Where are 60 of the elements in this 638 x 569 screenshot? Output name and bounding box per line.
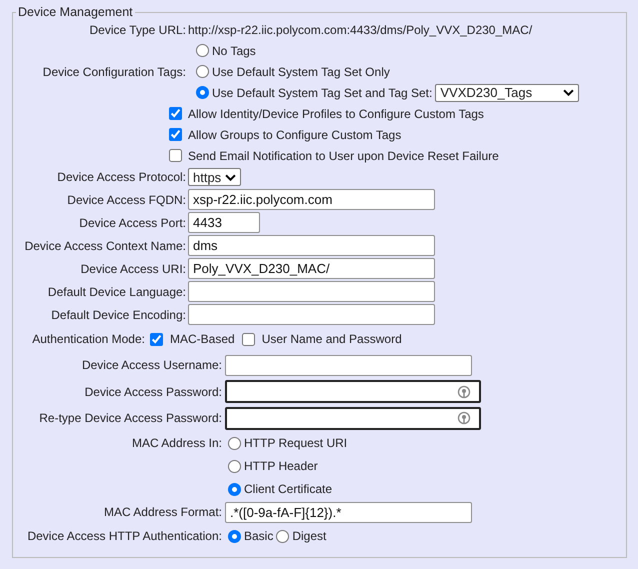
option-label: User Name and Password <box>262 332 402 346</box>
field-label: Device Access Protocol: <box>56 170 186 184</box>
field-label: Default Device Encoding: <box>50 308 186 322</box>
option-label: No Tags <box>212 44 256 58</box>
checkbox[interactable] <box>169 149 182 162</box>
input-field[interactable]: dms <box>188 235 435 256</box>
input-field[interactable]: Poly_VVX_D230_MAC/ <box>188 258 435 279</box>
option-label: Digest <box>292 529 326 543</box>
field-label: Device Access Username: <box>80 358 222 372</box>
field-label: Device Access FQDN: <box>66 192 186 206</box>
radio-button[interactable] <box>196 65 209 78</box>
field-label: Re-type Device Access Password: <box>38 411 222 426</box>
radio-button[interactable] <box>228 460 241 472</box>
field-label: Authentication Mode: <box>31 332 145 346</box>
option-label: HTTP Request URI <box>244 436 348 450</box>
option-label: Use Default System Tag Set and Tag Set: <box>212 86 432 100</box>
field-label: Device Access Password: <box>84 384 222 399</box>
protocol-dropdown[interactable]: https <box>188 168 241 186</box>
field-label: Device Access Context Name: <box>24 238 186 252</box>
input-field[interactable]: 4433 <box>188 212 260 233</box>
option-label: Allow Groups to Configure Custom Tags <box>188 128 402 142</box>
radio-button[interactable] <box>276 530 290 542</box>
option-label: HTTP Header <box>244 459 318 473</box>
checkbox[interactable] <box>169 107 182 120</box>
option-label: Allow Identity/Device Profiles to Configure Custom Tags <box>188 106 484 120</box>
url-text: http://xsp-r22.iic.polycom.com:4433/dms/Poly_VVX_D230_MAC/ <box>188 22 532 36</box>
caret-icon <box>225 174 236 180</box>
radio-button[interactable] <box>196 44 209 57</box>
tag-set-dropdown[interactable]: VVXD230_Tags <box>435 84 580 102</box>
field-label: Device Access URI: <box>80 262 186 276</box>
radio-button[interactable] <box>228 436 241 450</box>
caret-icon <box>563 89 574 96</box>
option-label: MAC-Based <box>170 332 235 346</box>
field-label: Device Configuration Tags: <box>42 64 186 78</box>
checkbox[interactable] <box>242 332 255 346</box>
input-field[interactable] <box>188 304 435 325</box>
option-label: Send Email Notification to User upon Device Reset Failure <box>188 148 499 162</box>
option-label: Client Certificate <box>244 482 332 496</box>
field-label: Device Access Port: <box>78 216 186 230</box>
option-label: Use Default System Tag Set Only <box>212 64 390 78</box>
input-field[interactable] <box>188 281 435 302</box>
key-icon[interactable] <box>457 411 471 426</box>
radio-button[interactable] <box>228 482 241 496</box>
field-label: MAC Address Format: <box>102 505 222 519</box>
option-label: Basic <box>244 529 274 543</box>
panel-title: Device Management <box>17 5 134 19</box>
checkbox[interactable] <box>169 128 182 141</box>
field-label: Device Type URL: <box>88 22 186 36</box>
password-field[interactable] <box>225 380 481 404</box>
field-label: MAC Address In: <box>130 434 222 450</box>
password-field[interactable] <box>225 406 481 430</box>
field-label: Default Device Language: <box>46 284 186 298</box>
field-label: Device Access HTTP Authentication: <box>26 529 222 543</box>
input-field[interactable]: .*([0-9a-fA-F]{12}).* <box>225 502 472 522</box>
radio-button[interactable] <box>228 530 241 542</box>
checkbox[interactable] <box>150 332 163 346</box>
input-field[interactable] <box>225 354 472 376</box>
key-icon[interactable] <box>457 384 471 399</box>
radio-button[interactable] <box>196 86 209 99</box>
input-field[interactable]: xsp-r22.iic.polycom.com <box>188 189 435 210</box>
